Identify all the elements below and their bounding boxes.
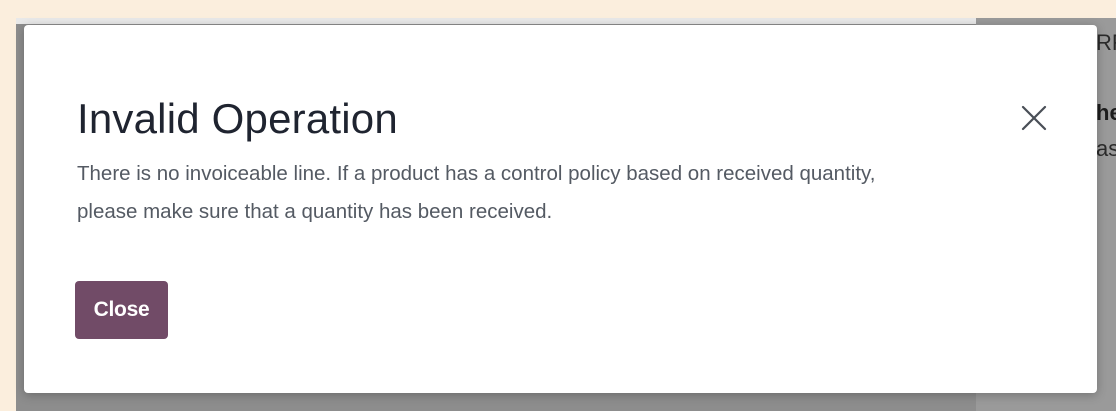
background-text: as (1096, 136, 1116, 161)
close-button[interactable]: Close (75, 281, 168, 339)
dialog-message-line: There is no invoiceable line. If a produ… (77, 162, 876, 185)
background-text: RF (1096, 30, 1116, 55)
close-icon[interactable] (1017, 101, 1051, 135)
dialog-title: Invalid Operation (77, 95, 398, 142)
dialog-message-line: please make sure that a quantity has bee… (77, 200, 553, 223)
invalid-operation-dialog: Invalid Operation There is no invoiceabl… (24, 25, 1097, 393)
dialog-message: There is no invoiceable line. If a produ… (77, 155, 1017, 231)
top-strip (16, 18, 1116, 24)
background-text: he (1096, 100, 1116, 125)
